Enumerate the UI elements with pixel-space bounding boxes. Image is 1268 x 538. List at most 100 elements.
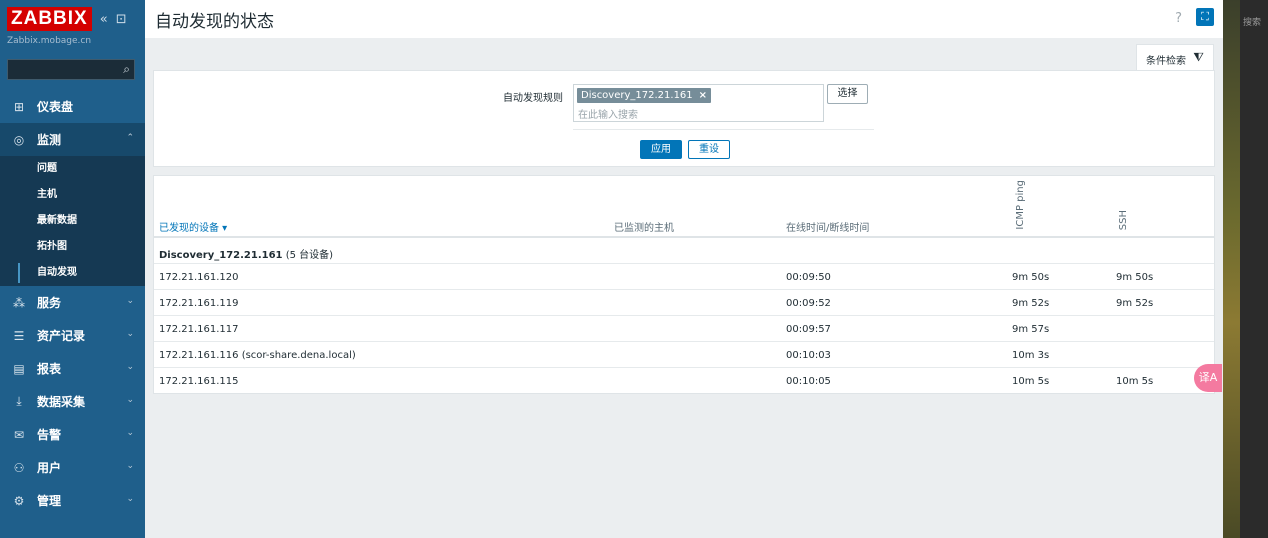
chevron-down-icon: ⌄ bbox=[126, 395, 134, 405]
device-cell: 172.21.161.117 bbox=[159, 324, 239, 335]
icmp-cell: 10m 5s bbox=[1012, 376, 1050, 387]
chevron-down-icon: ⌄ bbox=[126, 329, 134, 339]
submenu-item-maps[interactable]: 拓扑图 bbox=[0, 234, 145, 260]
menu-item-services[interactable]: ⁂ 服务 ⌄ bbox=[0, 286, 145, 319]
table-row: 172.21.161.116 (scor-share.dena.local) 0… bbox=[154, 342, 1214, 368]
main-menu: ⊞ 仪表盘 ◎ 监测 ⌃ 问题 主机 最新数据 拓扑图 自动发现 ⁂ 服务 ⌄ … bbox=[0, 90, 145, 517]
menu-item-label: 告警 bbox=[37, 428, 62, 442]
menu-item-dashboard[interactable]: ⊞ 仪表盘 bbox=[0, 90, 145, 123]
device-cell: 172.21.161.116 (scor-share.dena.local) bbox=[159, 350, 356, 361]
menu-item-label: 服务 bbox=[37, 296, 62, 310]
chevron-down-icon: ⌄ bbox=[126, 494, 134, 504]
background-app-search[interactable]: 搜索 bbox=[1243, 15, 1261, 28]
table-header: 已发现的设备 ▾ 已监测的主机 在线时间/断线时间 ICMP ping SSH bbox=[154, 176, 1214, 238]
menu-item-label: 用户 bbox=[37, 461, 62, 475]
sidebar: ZABBIX « ⊡ Zabbix.mobage.cn ⌕ ⊞ 仪表盘 ◎ 监测… bbox=[0, 0, 145, 538]
filter-tab-label: 条件检索 bbox=[1146, 56, 1186, 67]
ssh-cell: 10m 5s bbox=[1116, 376, 1154, 387]
uptime-cell: 00:09:52 bbox=[786, 298, 831, 309]
table-row: 172.21.161.120 00:09:50 9m 50s 9m 50s bbox=[154, 264, 1214, 290]
menu-item-data-collection[interactable]: ⤓ 数据采集 ⌄ bbox=[0, 385, 145, 418]
uptime-cell: 00:09:50 bbox=[786, 272, 831, 283]
users-icon: ⚇ bbox=[13, 460, 25, 475]
column-icmp-ping: ICMP ping bbox=[1015, 178, 1029, 230]
reset-button[interactable]: 重设 bbox=[688, 140, 730, 159]
discovery-status-table: 已发现的设备 ▾ 已监测的主机 在线时间/断线时间 ICMP ping SSH … bbox=[153, 175, 1215, 394]
remove-tag-icon[interactable]: × bbox=[699, 90, 707, 101]
column-discovered-device[interactable]: 已发现的设备 ▾ bbox=[159, 219, 227, 234]
submenu-item-latest-data[interactable]: 最新数据 bbox=[0, 208, 145, 234]
menu-item-monitoring[interactable]: ◎ 监测 ⌃ bbox=[0, 123, 145, 156]
mail-icon: ✉ bbox=[13, 427, 25, 442]
funnel-icon: ⧨ bbox=[1193, 50, 1204, 64]
eye-icon: ◎ bbox=[13, 132, 25, 147]
discovery-rule-multiselect[interactable]: Discovery_172.21.161 × 在此输入搜索 bbox=[573, 84, 824, 122]
menu-item-inventory[interactable]: ☰ 资产记录 ⌄ bbox=[0, 319, 145, 352]
page-title: 自动发现的状态 bbox=[155, 12, 274, 32]
submenu-item-problems[interactable]: 问题 bbox=[0, 156, 145, 182]
download-icon: ⤓ bbox=[16, 394, 22, 408]
search-icon[interactable]: ⌕ bbox=[123, 62, 130, 77]
tag-label: Discovery_172.21.161 bbox=[581, 90, 693, 101]
translate-icon[interactable]: 译A bbox=[1194, 364, 1222, 392]
uptime-cell: 00:10:05 bbox=[786, 376, 831, 387]
group-name: Discovery_172.21.161 bbox=[159, 250, 283, 261]
gear-icon: ⚙ bbox=[13, 493, 25, 508]
report-icon: ▤ bbox=[13, 361, 25, 376]
server-name: Zabbix.mobage.cn bbox=[7, 36, 92, 46]
column-ssh-label: SSH bbox=[1118, 209, 1129, 230]
menu-item-administration[interactable]: ⚙ 管理 ⌄ bbox=[0, 484, 145, 517]
window-mode-icon[interactable]: ⊡ bbox=[116, 12, 127, 27]
chevron-up-icon: ⌃ bbox=[126, 133, 134, 143]
collapse-sidebar-icon[interactable]: « bbox=[100, 12, 108, 27]
chevron-down-icon: ⌄ bbox=[126, 461, 134, 471]
group-row: Discovery_172.21.161 (5 台设备) bbox=[154, 238, 1214, 264]
table-row: 172.21.161.119 00:09:52 9m 52s 9m 52s bbox=[154, 290, 1214, 316]
monitoring-submenu: 问题 主机 最新数据 拓扑图 自动发现 bbox=[0, 156, 145, 286]
list-icon: ☰ bbox=[13, 328, 25, 343]
menu-item-label: 管理 bbox=[37, 494, 62, 508]
submenu-item-discovery[interactable]: 自动发现 bbox=[0, 260, 145, 286]
chevron-down-icon: ⌄ bbox=[126, 362, 134, 372]
submenu-item-hosts[interactable]: 主机 bbox=[0, 182, 145, 208]
menu-item-label: 仪表盘 bbox=[37, 100, 74, 114]
chevron-down-icon: ⌄ bbox=[126, 296, 134, 306]
menu-item-alerts[interactable]: ✉ 告警 ⌄ bbox=[0, 418, 145, 451]
uptime-cell: 00:10:03 bbox=[786, 350, 831, 361]
apply-button[interactable]: 应用 bbox=[640, 140, 682, 159]
page-header: 自动发现的状态 ? ⛶ bbox=[145, 0, 1223, 38]
filter-panel: 自动发现规则 Discovery_172.21.161 × 在此输入搜索 选择 应… bbox=[153, 70, 1215, 167]
zabbix-logo[interactable]: ZABBIX bbox=[7, 7, 92, 31]
group-label: Discovery_172.21.161 (5 台设备) bbox=[159, 246, 333, 261]
filter-tab[interactable]: 条件检索 ⧨ bbox=[1136, 44, 1214, 71]
device-cell: 172.21.161.119 bbox=[159, 298, 239, 309]
select-button[interactable]: 选择 bbox=[827, 84, 868, 104]
kiosk-mode-button[interactable]: ⛶ bbox=[1196, 8, 1214, 26]
column-icmp-ping-label: ICMP ping bbox=[1015, 180, 1026, 230]
chevron-down-icon: ⌄ bbox=[126, 428, 134, 438]
selected-rule-tag: Discovery_172.21.161 × bbox=[577, 88, 712, 103]
menu-item-label: 报表 bbox=[37, 362, 62, 376]
table-row: 172.21.161.117 00:09:57 9m 57s bbox=[154, 316, 1214, 342]
multiselect-search-placeholder[interactable]: 在此输入搜索 bbox=[578, 106, 638, 121]
menu-item-reports[interactable]: ▤ 报表 ⌄ bbox=[0, 352, 145, 385]
icmp-cell: 9m 52s bbox=[1012, 298, 1050, 309]
uptime-cell: 00:09:57 bbox=[786, 324, 831, 335]
icmp-cell: 9m 50s bbox=[1012, 272, 1050, 283]
sidebar-search-input[interactable]: ⌕ bbox=[7, 59, 135, 80]
icmp-cell: 9m 57s bbox=[1012, 324, 1050, 335]
fullscreen-icon: ⛶ bbox=[1201, 10, 1209, 23]
discovery-rule-label: 自动发现规则 bbox=[503, 93, 563, 104]
device-cell: 172.21.161.120 bbox=[159, 272, 239, 283]
ssh-cell: 9m 50s bbox=[1116, 272, 1154, 283]
icmp-cell: 10m 3s bbox=[1012, 350, 1050, 361]
divider bbox=[573, 129, 874, 130]
column-ssh: SSH bbox=[1118, 178, 1132, 230]
table-row: 172.21.161.115 00:10:05 10m 5s 10m 5s bbox=[154, 368, 1214, 394]
column-monitored-host: 已监测的主机 bbox=[614, 223, 674, 234]
dashboard-icon: ⊞ bbox=[13, 99, 25, 114]
device-cell: 172.21.161.115 bbox=[159, 376, 239, 387]
menu-item-users[interactable]: ⚇ 用户 ⌄ bbox=[0, 451, 145, 484]
menu-item-label: 监测 bbox=[37, 133, 62, 147]
help-icon[interactable]: ? bbox=[1175, 11, 1182, 26]
